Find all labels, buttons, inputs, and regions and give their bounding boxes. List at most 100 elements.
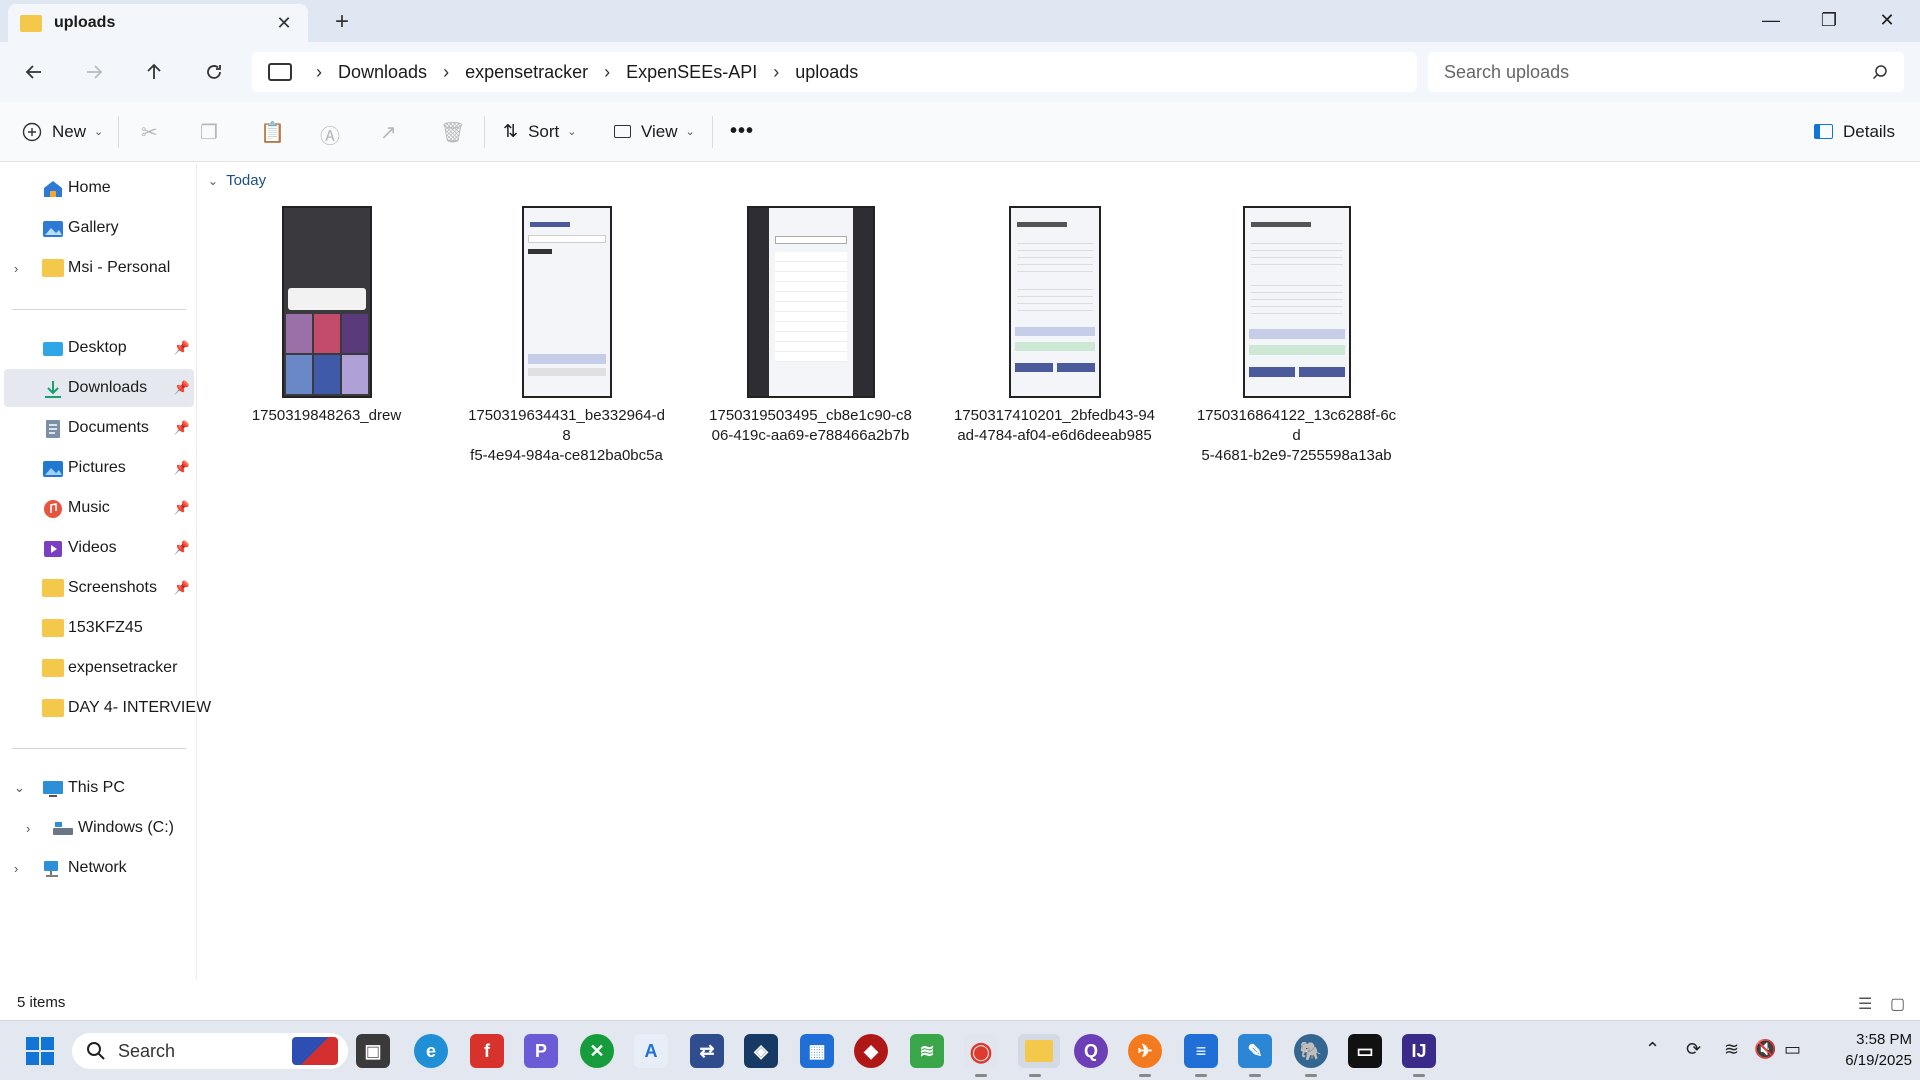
volume-muted-icon[interactable]: 🔇: [1754, 1039, 1776, 1060]
breadcrumb-uploads[interactable]: uploads: [795, 62, 858, 83]
pin-icon[interactable]: 📌: [174, 580, 190, 596]
task-view-icon[interactable]: ▣: [356, 1034, 390, 1068]
file-item[interactable]: 1750316864122_13c6288f-6cd 5-4681-b2e9-7…: [1194, 200, 1399, 464]
msi-dragon-icon[interactable]: ◆: [854, 1034, 888, 1068]
sidebar-item-pictures[interactable]: Pictures 📌: [4, 449, 194, 487]
foxit-reader-icon[interactable]: f: [470, 1034, 504, 1068]
breadcrumb-downloads[interactable]: Downloads: [338, 62, 427, 83]
notepad-icon[interactable]: ≡: [1184, 1034, 1218, 1077]
sort-button[interactable]: ⇅ Sort ⌄: [503, 121, 577, 142]
pin-icon[interactable]: 📌: [174, 340, 190, 356]
chevron-right-icon[interactable]: ›: [26, 821, 30, 836]
file-name-line: 1750316864122_13c6288f-6cd: [1196, 407, 1397, 444]
windows-start-icon[interactable]: [26, 1037, 54, 1065]
details-button[interactable]: Details: [1814, 122, 1895, 142]
sidebar-item-this-pc[interactable]: ⌄ This PC: [4, 769, 194, 807]
restore-button[interactable]: ❐: [1800, 0, 1858, 40]
sync-icon[interactable]: ⟳: [1686, 1039, 1701, 1060]
sidebar-item-network[interactable]: › Network: [4, 849, 194, 887]
search-placeholder: Search uploads: [1444, 61, 1570, 82]
chevron-right-icon[interactable]: ›: [14, 261, 18, 276]
sidebar-item-desktop[interactable]: Desktop 📌: [4, 329, 194, 367]
sidebar-item-153kfz45[interactable]: 153KFZ45: [4, 609, 194, 647]
sidebar-item-home[interactable]: Home: [4, 169, 194, 207]
file-explorer-icon[interactable]: [1018, 1034, 1060, 1077]
sidebar-item-music[interactable]: Music 📌: [4, 489, 194, 527]
sidebar-item-label: Videos: [68, 539, 117, 556]
forward-button[interactable]: [76, 54, 112, 90]
file-name-line: 1750317410201_2bfedb43-94: [953, 407, 1156, 424]
tor-browser-icon[interactable]: Q: [1074, 1034, 1108, 1068]
microsoft-store-icon[interactable]: ▦: [800, 1034, 834, 1068]
chevron-down-icon[interactable]: ⌄: [14, 780, 25, 796]
pin-icon[interactable]: 📌: [174, 540, 190, 556]
file-name: 1750317410201_2bfedb43-94 ad-4784-af04-e…: [952, 406, 1157, 446]
paint-icon[interactable]: ✎: [1238, 1034, 1272, 1077]
close-window-button[interactable]: ✕: [1858, 0, 1916, 40]
search-input[interactable]: Search uploads: [1428, 52, 1904, 92]
folder-icon: [42, 259, 64, 277]
delete-icon[interactable]: 🗑: [440, 120, 465, 145]
chevron-up-icon[interactable]: ⌃: [1645, 1039, 1660, 1060]
proton-pass-icon[interactable]: P: [524, 1034, 558, 1068]
group-header-today[interactable]: ⌄ Today: [208, 172, 266, 189]
xbox-icon[interactable]: ✕: [580, 1034, 614, 1068]
intellij-icon[interactable]: IJ: [1402, 1034, 1436, 1077]
sidebar-item-windows-c[interactable]: › Windows (C:): [4, 809, 194, 847]
paste-icon[interactable]: 📋: [260, 120, 285, 145]
back-button[interactable]: [16, 54, 52, 90]
new-tab-button[interactable]: +: [328, 8, 356, 36]
cut-icon[interactable]: ✂: [141, 120, 158, 145]
pin-icon[interactable]: 📌: [174, 420, 190, 436]
refresh-button[interactable]: [196, 54, 232, 90]
tab-uploads[interactable]: uploads ✕: [8, 4, 308, 42]
more-options-button[interactable]: •••: [730, 120, 754, 143]
new-button[interactable]: New ⌄: [22, 122, 103, 142]
file-item[interactable]: 1750319848263_drew: [224, 200, 429, 450]
sidebar-item-screenshots[interactable]: Screenshots 📌: [4, 569, 194, 607]
view-button[interactable]: View ⌄: [614, 122, 695, 142]
remote-desktop-icon[interactable]: ⇄: [690, 1034, 724, 1068]
copy-icon[interactable]: ❐: [200, 120, 218, 145]
sidebar-item-msi-personal[interactable]: › Msi - Personal: [4, 249, 194, 287]
minimize-button[interactable]: —: [1742, 0, 1800, 40]
sidebar-item-documents[interactable]: Documents 📌: [4, 409, 194, 447]
sidebar-item-gallery[interactable]: Gallery: [4, 209, 194, 247]
sidebar-item-downloads[interactable]: Downloads 📌: [4, 369, 194, 407]
address-bar[interactable]: › Downloads › expensetracker › ExpenSEEs…: [252, 52, 1417, 92]
system-clock[interactable]: 3:58 PM 6/19/2025: [1822, 1029, 1912, 1071]
chevron-right-icon[interactable]: ›: [14, 861, 18, 876]
chevron-down-icon: ⌄: [685, 126, 695, 138]
rename-icon[interactable]: Ⓐ: [320, 120, 340, 149]
bluestacks-icon[interactable]: ≋: [910, 1034, 944, 1068]
edge-browser-icon[interactable]: e: [414, 1034, 448, 1068]
sidebar-item-day4-interview[interactable]: DAY 4- INTERVIEW: [4, 689, 211, 727]
large-icons-view-icon[interactable]: ▢: [1890, 994, 1905, 1014]
taskbar-search[interactable]: Search: [72, 1033, 348, 1069]
terminal-icon[interactable]: ▭: [1348, 1034, 1382, 1068]
sidebar-item-label: Msi - Personal: [68, 259, 171, 276]
bitwarden-icon[interactable]: ◈: [744, 1034, 778, 1068]
up-button[interactable]: [136, 54, 172, 90]
wifi-icon[interactable]: ≋: [1724, 1039, 1739, 1060]
breadcrumb-expensetracker[interactable]: expensetracker: [465, 62, 588, 83]
postgresql-icon[interactable]: 🐘: [1294, 1034, 1328, 1077]
close-tab-button[interactable]: ✕: [272, 13, 296, 34]
file-item[interactable]: 1750319634431_be332964-d8 f5-4e94-984a-c…: [464, 200, 669, 464]
share-icon[interactable]: ↗: [380, 120, 397, 145]
sidebar-item-videos[interactable]: Videos 📌: [4, 529, 194, 567]
file-item[interactable]: 1750317410201_2bfedb43-94 ad-4784-af04-e…: [952, 200, 1157, 450]
sidebar-item-expensetracker[interactable]: expensetracker: [4, 649, 194, 687]
chrome-icon[interactable]: ◉: [964, 1034, 998, 1077]
pin-icon[interactable]: 📌: [174, 380, 190, 396]
tab-title: uploads: [54, 14, 116, 31]
battery-icon[interactable]: ▭: [1784, 1039, 1801, 1060]
postman-icon[interactable]: ✈: [1128, 1034, 1162, 1077]
app-store-icon[interactable]: A: [634, 1034, 668, 1068]
details-view-icon[interactable]: ☰: [1858, 994, 1872, 1014]
file-item[interactable]: 1750319503495_cb8e1c90-c8 06-419c-aa69-e…: [708, 200, 913, 450]
pin-icon[interactable]: 📌: [174, 460, 190, 476]
pin-icon[interactable]: 📌: [174, 500, 190, 516]
pane-divider[interactable]: [196, 163, 197, 979]
breadcrumb-expensees-api[interactable]: ExpenSEEs-API: [626, 62, 757, 83]
